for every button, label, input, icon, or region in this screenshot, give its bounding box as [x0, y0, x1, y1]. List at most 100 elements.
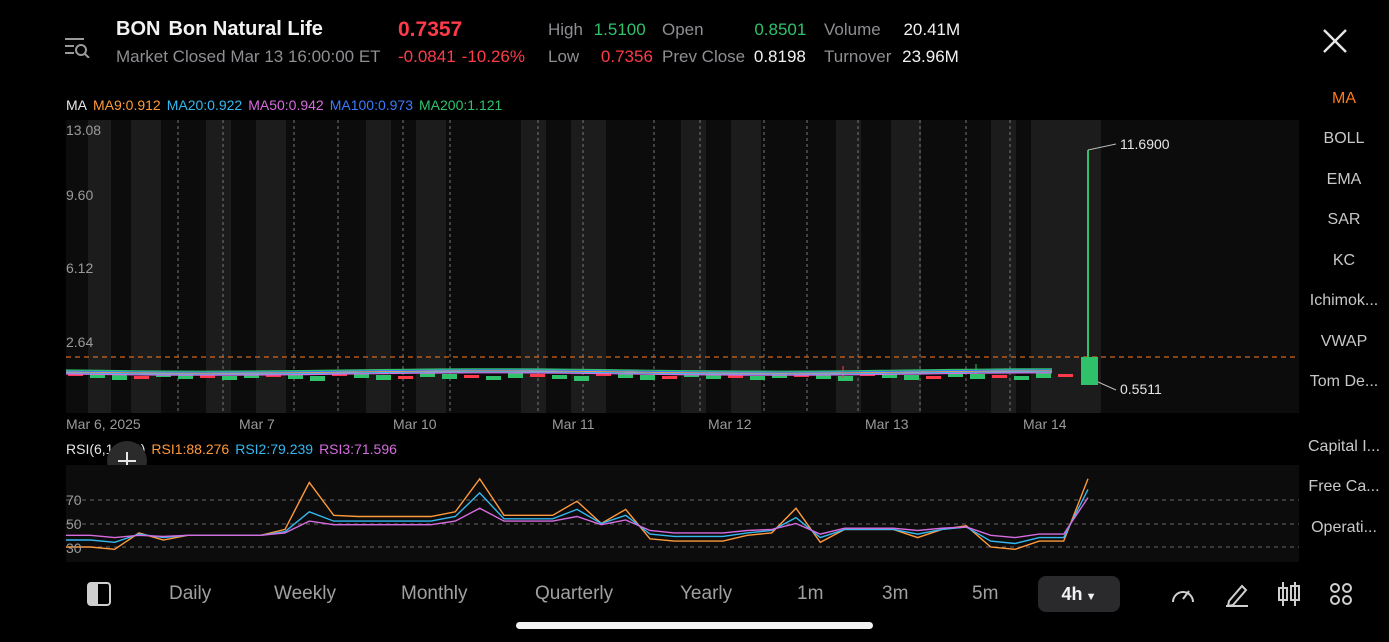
high-marker-label: 11.6900 — [1120, 136, 1170, 152]
session-band — [681, 120, 706, 413]
high-label: High — [548, 20, 583, 39]
rsi1-value: RSI1:88.276 — [151, 441, 230, 457]
tab-3m[interactable]: 3m — [882, 583, 908, 605]
candle — [486, 376, 501, 380]
tab-monthly[interactable]: Monthly — [401, 583, 468, 605]
side-item-operating[interactable]: Operati... — [1299, 519, 1389, 537]
x-tick-4: Mar 12 — [708, 416, 752, 432]
split-view-icon[interactable] — [86, 581, 112, 607]
price-change: -0.0841 -10.26% — [398, 47, 525, 67]
open-value: 0.8501 — [754, 20, 807, 39]
prev-close-label: Prev Close — [662, 47, 746, 66]
candle — [838, 376, 853, 381]
tab-1m[interactable]: 1m — [797, 583, 823, 605]
session-band — [731, 120, 761, 413]
last-price: 0.7357 — [398, 18, 463, 41]
ma20-value: MA20:0.922 — [166, 97, 243, 113]
price-chart-plot[interactable] — [66, 120, 1299, 413]
grid-icon[interactable] — [1330, 583, 1352, 605]
side-item-ma[interactable]: MA — [1299, 90, 1389, 108]
candle — [574, 376, 589, 381]
candle — [288, 375, 303, 379]
pencil-icon[interactable] — [1225, 581, 1249, 607]
candle — [376, 375, 391, 380]
session-band — [131, 120, 161, 413]
candle — [464, 375, 479, 378]
home-indicator — [516, 622, 873, 629]
session-band — [256, 120, 286, 413]
tab-4h-dropdown[interactable]: 4h ▼ — [1038, 576, 1120, 612]
tab-5m[interactable]: 5m — [972, 583, 998, 605]
ma-label: MA — [66, 97, 87, 113]
candle — [508, 373, 523, 378]
side-item-kc[interactable]: KC — [1299, 252, 1389, 270]
candle — [750, 376, 765, 380]
candle — [442, 374, 457, 379]
stock-title: BON Bon Natural Life — [116, 18, 323, 41]
turnover-stat: Turnover 23.96M — [824, 47, 959, 67]
low-marker-label: 0.5511 — [1120, 381, 1162, 397]
tab-yearly[interactable]: Yearly — [680, 583, 732, 605]
rsi-tick-70: 70 — [66, 492, 82, 508]
low-stat: Low 0.7356 — [548, 47, 653, 67]
x-tick-6: Mar 14 — [1023, 416, 1067, 432]
candle — [640, 375, 655, 380]
x-tick-0: Mar 6, 2025 — [66, 416, 141, 432]
side-item-capital[interactable]: Capital I... — [1299, 438, 1389, 456]
ma50-value: MA50:0.942 — [248, 97, 324, 113]
spike-candle — [1081, 357, 1098, 385]
candle — [530, 374, 545, 377]
y-tick-2: 6.12 — [66, 260, 94, 276]
change-value: -0.0841 — [398, 47, 456, 66]
volume-label: Volume — [824, 20, 881, 39]
rsi3-value: RSI3:71.596 — [319, 441, 397, 457]
x-tick-1: Mar 7 — [239, 416, 275, 432]
rsi-chart[interactable] — [66, 465, 1299, 562]
menu-search-icon[interactable] — [64, 36, 90, 58]
tab-weekly[interactable]: Weekly — [274, 583, 336, 605]
prev-close-value: 0.8198 — [753, 47, 806, 66]
y-tick-0: 13.08 — [66, 122, 102, 138]
session-band — [891, 120, 921, 413]
side-item-vwap[interactable]: VWAP — [1299, 333, 1389, 351]
candle — [354, 374, 369, 378]
side-item-free-cash[interactable]: Free Ca... — [1299, 478, 1389, 496]
x-tick-5: Mar 13 — [865, 416, 909, 432]
speedometer-icon[interactable] — [1170, 582, 1196, 606]
rsi2-value: RSI2:79.239 — [235, 441, 314, 457]
candle — [1014, 376, 1029, 380]
tab-daily[interactable]: Daily — [169, 583, 211, 605]
side-item-sar[interactable]: SAR — [1299, 211, 1389, 229]
volume-stat: Volume 20.41M — [824, 20, 960, 40]
candle — [904, 375, 919, 380]
ma-legend: MA MA9:0.912 MA20:0.922 MA50:0.942 MA100:0.9… — [66, 97, 508, 113]
side-item-ichimoku[interactable]: Ichimok... — [1299, 292, 1389, 310]
turnover-value: 23.96M — [902, 47, 959, 66]
side-item-boll[interactable]: BOLL — [1299, 130, 1389, 148]
open-stat: Open 0.8501 — [662, 20, 806, 40]
candle — [134, 376, 149, 379]
candle — [112, 375, 127, 380]
candle — [310, 376, 325, 381]
candle — [222, 376, 237, 380]
candlestick-icon[interactable] — [1277, 580, 1301, 608]
tab-quarterly[interactable]: Quarterly — [535, 583, 613, 605]
ma200-value: MA200:1.121 — [419, 97, 503, 113]
company-name: Bon Natural Life — [168, 18, 323, 40]
rsi-tick-50: 50 — [66, 516, 82, 532]
close-icon[interactable] — [1322, 28, 1348, 54]
side-item-ema[interactable]: EMA — [1299, 171, 1389, 189]
x-tick-3: Mar 11 — [552, 416, 595, 432]
candle — [970, 374, 985, 379]
candle — [992, 375, 1007, 378]
ma100-value: MA100:0.973 — [329, 97, 414, 113]
y-tick-3: 2.64 — [66, 334, 94, 350]
side-item-tom-demark[interactable]: Tom De... — [1299, 373, 1389, 391]
rsi-tick-30: 30 — [66, 540, 82, 556]
candle — [662, 376, 677, 379]
volume-value: 20.41M — [903, 20, 961, 39]
high-stat: High 1.5100 — [548, 20, 646, 40]
candle — [1036, 373, 1051, 378]
chevron-down-icon: ▼ — [1085, 591, 1097, 603]
change-percent: -10.26% — [461, 47, 525, 66]
